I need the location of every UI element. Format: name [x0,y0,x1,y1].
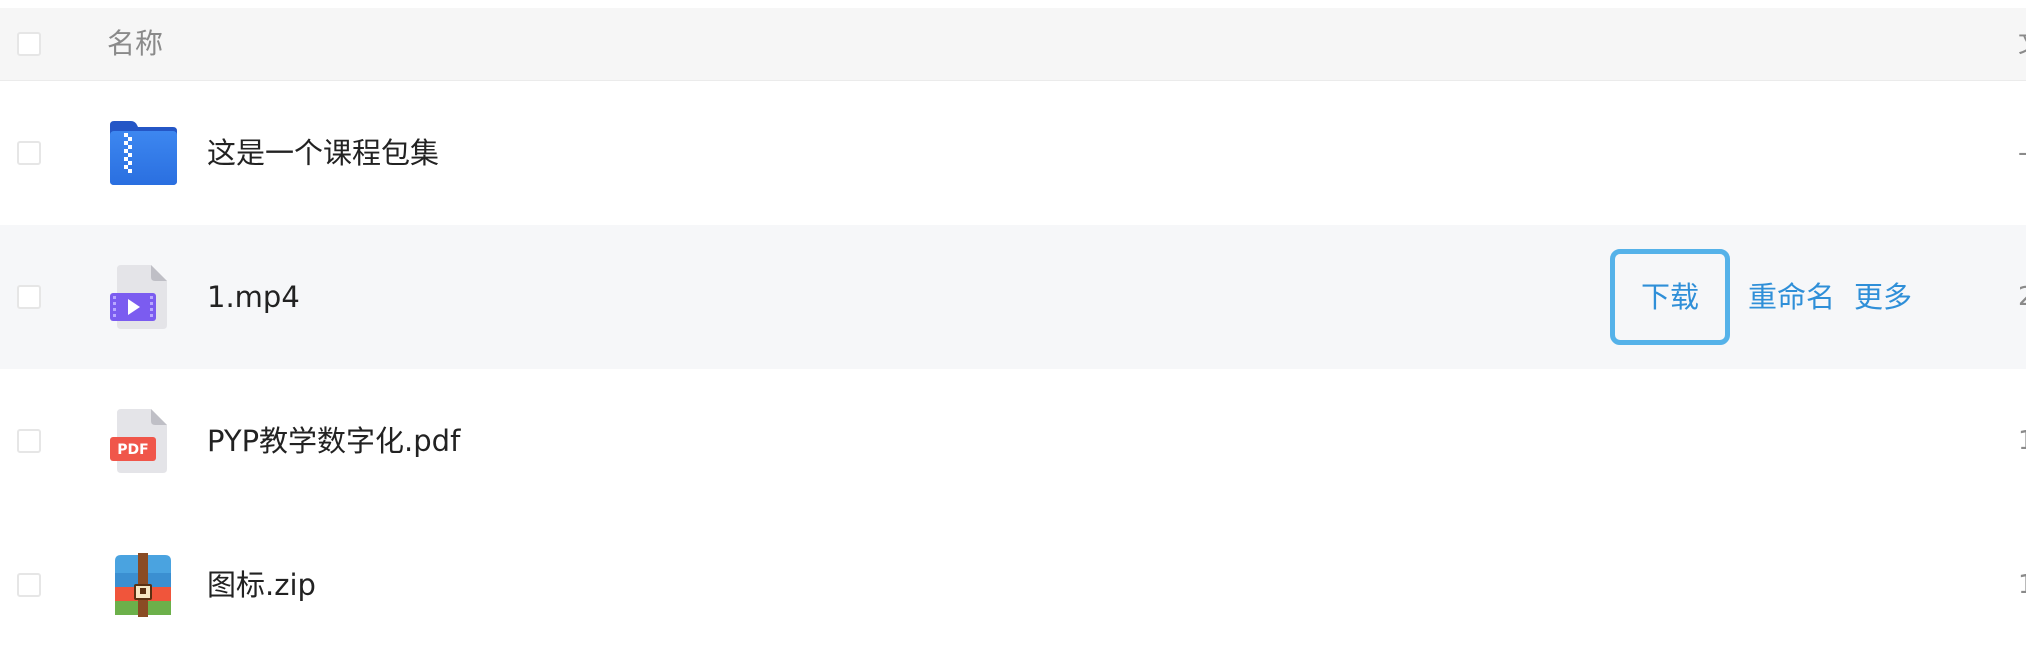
folder-zip-icon [107,119,179,187]
pdf-file-icon: PDF [107,407,179,475]
archive-file-icon [107,551,179,619]
file-name[interactable]: 1.mp4 [207,225,300,369]
table-header: 名称 文 [0,8,2026,81]
row-meta-clipped: 1 [2018,513,2026,648]
pdf-badge-text: PDF [117,442,148,458]
select-all-checkbox[interactable] [17,32,41,56]
column-header-clipped: 文 [2018,8,2026,80]
table-row[interactable]: 1.mp4 下载 重命名 更多 2 [0,225,2026,370]
row-checkbox[interactable] [17,141,41,165]
row-checkbox[interactable] [17,573,41,597]
row-checkbox[interactable] [17,429,41,453]
row-meta-clipped: 2 [2018,225,2026,369]
video-file-icon [107,263,179,331]
table-row[interactable]: 图标.zip 1 [0,513,2026,648]
rename-button[interactable]: 重命名 [1748,249,1835,345]
name-column-header[interactable]: 名称 [107,8,163,80]
row-meta-clipped: - [2018,81,2026,225]
table-row[interactable]: PDF PYP教学数字化.pdf 1 [0,369,2026,514]
row-checkbox[interactable] [17,285,41,309]
file-name[interactable]: PYP教学数字化.pdf [207,369,460,513]
download-button[interactable]: 下载 [1610,249,1730,345]
table-row[interactable]: 这是一个课程包集 - [0,81,2026,226]
more-button[interactable]: 更多 [1854,249,1912,345]
file-table: 名称 文 [0,0,2026,648]
row-meta-clipped: 1 [2018,369,2026,513]
file-name[interactable]: 图标.zip [207,513,316,648]
file-name[interactable]: 这是一个课程包集 [207,81,439,225]
